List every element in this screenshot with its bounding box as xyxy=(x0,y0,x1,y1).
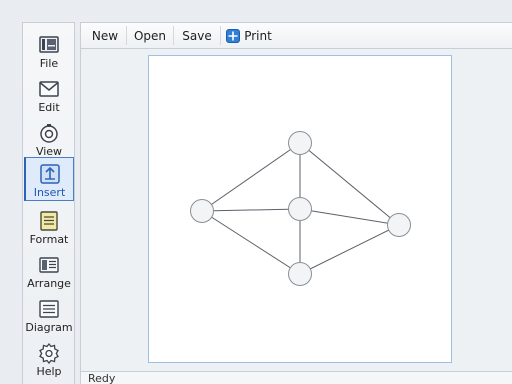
print-button[interactable]: Print xyxy=(223,23,275,48)
node-center[interactable] xyxy=(288,197,312,221)
format-icon xyxy=(40,211,58,231)
sidebar-item-label: Arrange xyxy=(27,277,71,290)
open-button[interactable]: Open xyxy=(128,23,172,48)
edit-icon xyxy=(39,81,59,97)
insert-icon xyxy=(39,164,60,184)
status-text: Redy xyxy=(88,372,116,384)
help-icon xyxy=(39,342,59,364)
sidebar-item-insert[interactable]: Insert xyxy=(24,157,74,201)
sidebar-item-label: Insert xyxy=(33,186,66,199)
arrange-icon xyxy=(39,257,59,273)
diagram-canvas[interactable] xyxy=(148,55,452,363)
sidebar-item-arrange[interactable]: Arrange xyxy=(24,249,74,293)
node-right[interactable] xyxy=(387,213,411,237)
diagram-nodes xyxy=(190,131,411,286)
diagram-graph xyxy=(190,131,411,286)
print-icon xyxy=(226,28,241,43)
print-button-label: Print xyxy=(244,28,272,43)
new-button[interactable]: New xyxy=(85,23,125,48)
diagram-icon xyxy=(39,300,59,318)
edge-left-bottom[interactable] xyxy=(201,210,301,275)
edge-left-top[interactable] xyxy=(201,142,301,212)
sidebar-item-format[interactable]: Format xyxy=(24,205,74,249)
sidebar: File Edit View Insert Format Arrange Dia… xyxy=(22,22,75,384)
edge-left-center[interactable] xyxy=(201,208,301,212)
save-button-label: Save xyxy=(182,28,212,43)
sidebar-item-label: Help xyxy=(36,365,62,378)
save-button[interactable]: Save xyxy=(175,23,219,48)
toolbar: New Open Save Print xyxy=(80,22,512,49)
view-icon xyxy=(40,124,58,143)
sidebar-item-label: Format xyxy=(29,233,69,246)
edge-center-right[interactable] xyxy=(299,208,400,226)
sidebar-item-view[interactable]: View xyxy=(24,117,74,161)
node-left[interactable] xyxy=(190,199,214,223)
edge-bottom-right[interactable] xyxy=(299,224,400,275)
sidebar-item-diagram[interactable]: Diagram xyxy=(24,293,74,337)
toolbar-divider xyxy=(126,26,127,45)
sidebar-item-label: Edit xyxy=(38,101,60,114)
sidebar-item-label: Diagram xyxy=(25,321,73,334)
edge-top-right[interactable] xyxy=(299,142,400,226)
sidebar-item-edit[interactable]: Edit xyxy=(24,73,74,117)
open-button-label: Open xyxy=(133,28,167,43)
toolbar-divider xyxy=(173,26,174,45)
node-bottom[interactable] xyxy=(288,262,312,286)
sidebar-item-file[interactable]: File xyxy=(24,29,74,73)
new-button-label: New xyxy=(91,28,119,43)
app-window: File Edit View Insert Format Arrange Dia… xyxy=(0,0,512,384)
sidebar-item-help[interactable]: Help xyxy=(24,337,74,381)
sidebar-item-label: File xyxy=(39,57,59,70)
status-bar: Redy xyxy=(80,371,512,384)
toolbar-divider xyxy=(220,26,221,45)
node-top[interactable] xyxy=(288,131,312,155)
file-icon xyxy=(39,36,59,53)
